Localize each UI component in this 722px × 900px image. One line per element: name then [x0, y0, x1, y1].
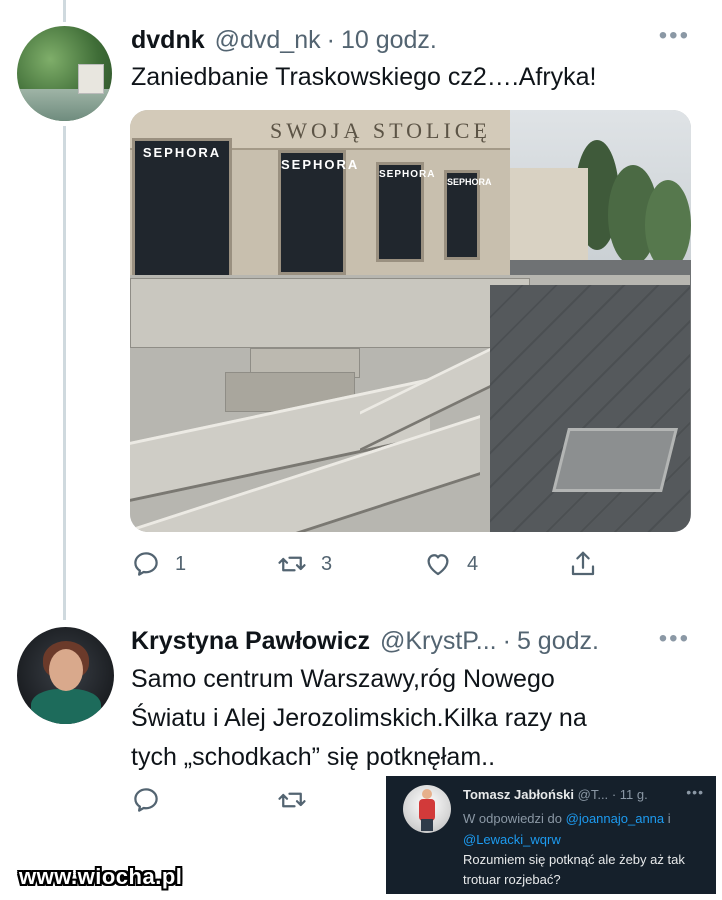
reply-text: Rozumiem się potknąć ale żeby aż tak tro…	[463, 852, 685, 887]
thread-line-top	[63, 0, 66, 22]
avatar	[403, 785, 451, 833]
tweet-photo[interactable]: SWOJĄ STOLICĘ SEPHORA SEPHORA SEPHORA SE…	[130, 110, 691, 532]
separator-dot: ·	[611, 787, 617, 802]
like-button[interactable]: 4	[423, 546, 478, 582]
author-handle[interactable]: @dvd_nk	[215, 26, 321, 55]
more-options-icon[interactable]: •••	[659, 22, 690, 50]
store-label: SEPHORA	[447, 177, 492, 187]
quoted-reply-screenshot: Tomasz Jabłoński @T... · 11 g. ••• W odp…	[386, 776, 716, 894]
author-name[interactable]: Krystyna Pawłowicz	[131, 627, 370, 656]
reply-count: 1	[175, 552, 187, 575]
share-button[interactable]	[568, 546, 598, 582]
retweet-button[interactable]: 3	[277, 546, 332, 582]
tweet-actions: 1 3 4	[131, 546, 611, 582]
mention-link: @Lewacki_wqrw	[463, 832, 561, 847]
thread-line	[63, 126, 66, 620]
store-label: SEPHORA	[281, 157, 360, 172]
avatar[interactable]	[17, 627, 114, 724]
author-handle: @T...	[577, 787, 609, 802]
tweet-text-line: tych „schodkach” się potknęłam..	[131, 743, 496, 771]
store-label: SEPHORA	[142, 145, 222, 160]
reply-icon	[134, 788, 158, 812]
tweet-text-line: Światu i Alej Jerozolimskich.Kilka razy …	[131, 704, 587, 732]
mention-link: @joannajo_anna	[565, 811, 665, 826]
facade-sign: SWOJĄ STOLICĘ	[270, 118, 491, 143]
replying-to: W odpowiedzi do @joannajo_anna i @Lewack…	[463, 808, 713, 850]
timestamp: 11 g.	[619, 787, 648, 802]
retweet-icon	[278, 556, 306, 572]
tweet-text: Zaniedbanie Traskowskiego cz2….Afryka!	[131, 63, 597, 91]
tweet-header: Krystyna Pawłowicz @KrystP... · 5 godz.	[131, 623, 599, 659]
author-name: Tomasz Jabłoński	[463, 787, 575, 802]
retweet-count: 3	[321, 552, 333, 575]
like-count: 4	[467, 552, 479, 575]
tweet-text-line: Samo centrum Warszawy,róg Nowego	[131, 665, 555, 693]
reply-prefix: W odpowiedzi do	[463, 811, 562, 826]
reply-header: Tomasz Jabłoński @T... · 11 g.	[463, 787, 648, 802]
author-name[interactable]: dvdnk	[131, 26, 205, 55]
more-options-icon: •••	[686, 784, 704, 800]
watermark: www.wiocha.pl	[19, 864, 183, 889]
reply-icon	[134, 552, 158, 576]
share-icon	[571, 551, 595, 576]
more-options-icon[interactable]: •••	[659, 625, 690, 653]
tweet-text: Samo centrum Warszawy,róg Nowego Światu …	[131, 660, 587, 777]
avatar[interactable]	[17, 26, 112, 121]
author-handle[interactable]: @KrystP...	[380, 627, 497, 656]
retweet-button[interactable]	[277, 782, 307, 818]
retweet-icon	[278, 792, 306, 808]
separator-dot: ·	[502, 626, 511, 655]
like-icon	[427, 554, 449, 576]
separator-dot: ·	[326, 25, 335, 54]
reply-joiner: i	[667, 811, 671, 826]
tweet-header: dvdnk @dvd_nk · 10 godz.	[131, 22, 437, 58]
timestamp[interactable]: 10 godz.	[341, 26, 437, 55]
reply-button[interactable]	[131, 782, 161, 818]
store-label: SEPHORA	[379, 169, 436, 180]
reply-button[interactable]: 1	[131, 546, 186, 582]
timestamp[interactable]: 5 godz.	[517, 627, 599, 656]
